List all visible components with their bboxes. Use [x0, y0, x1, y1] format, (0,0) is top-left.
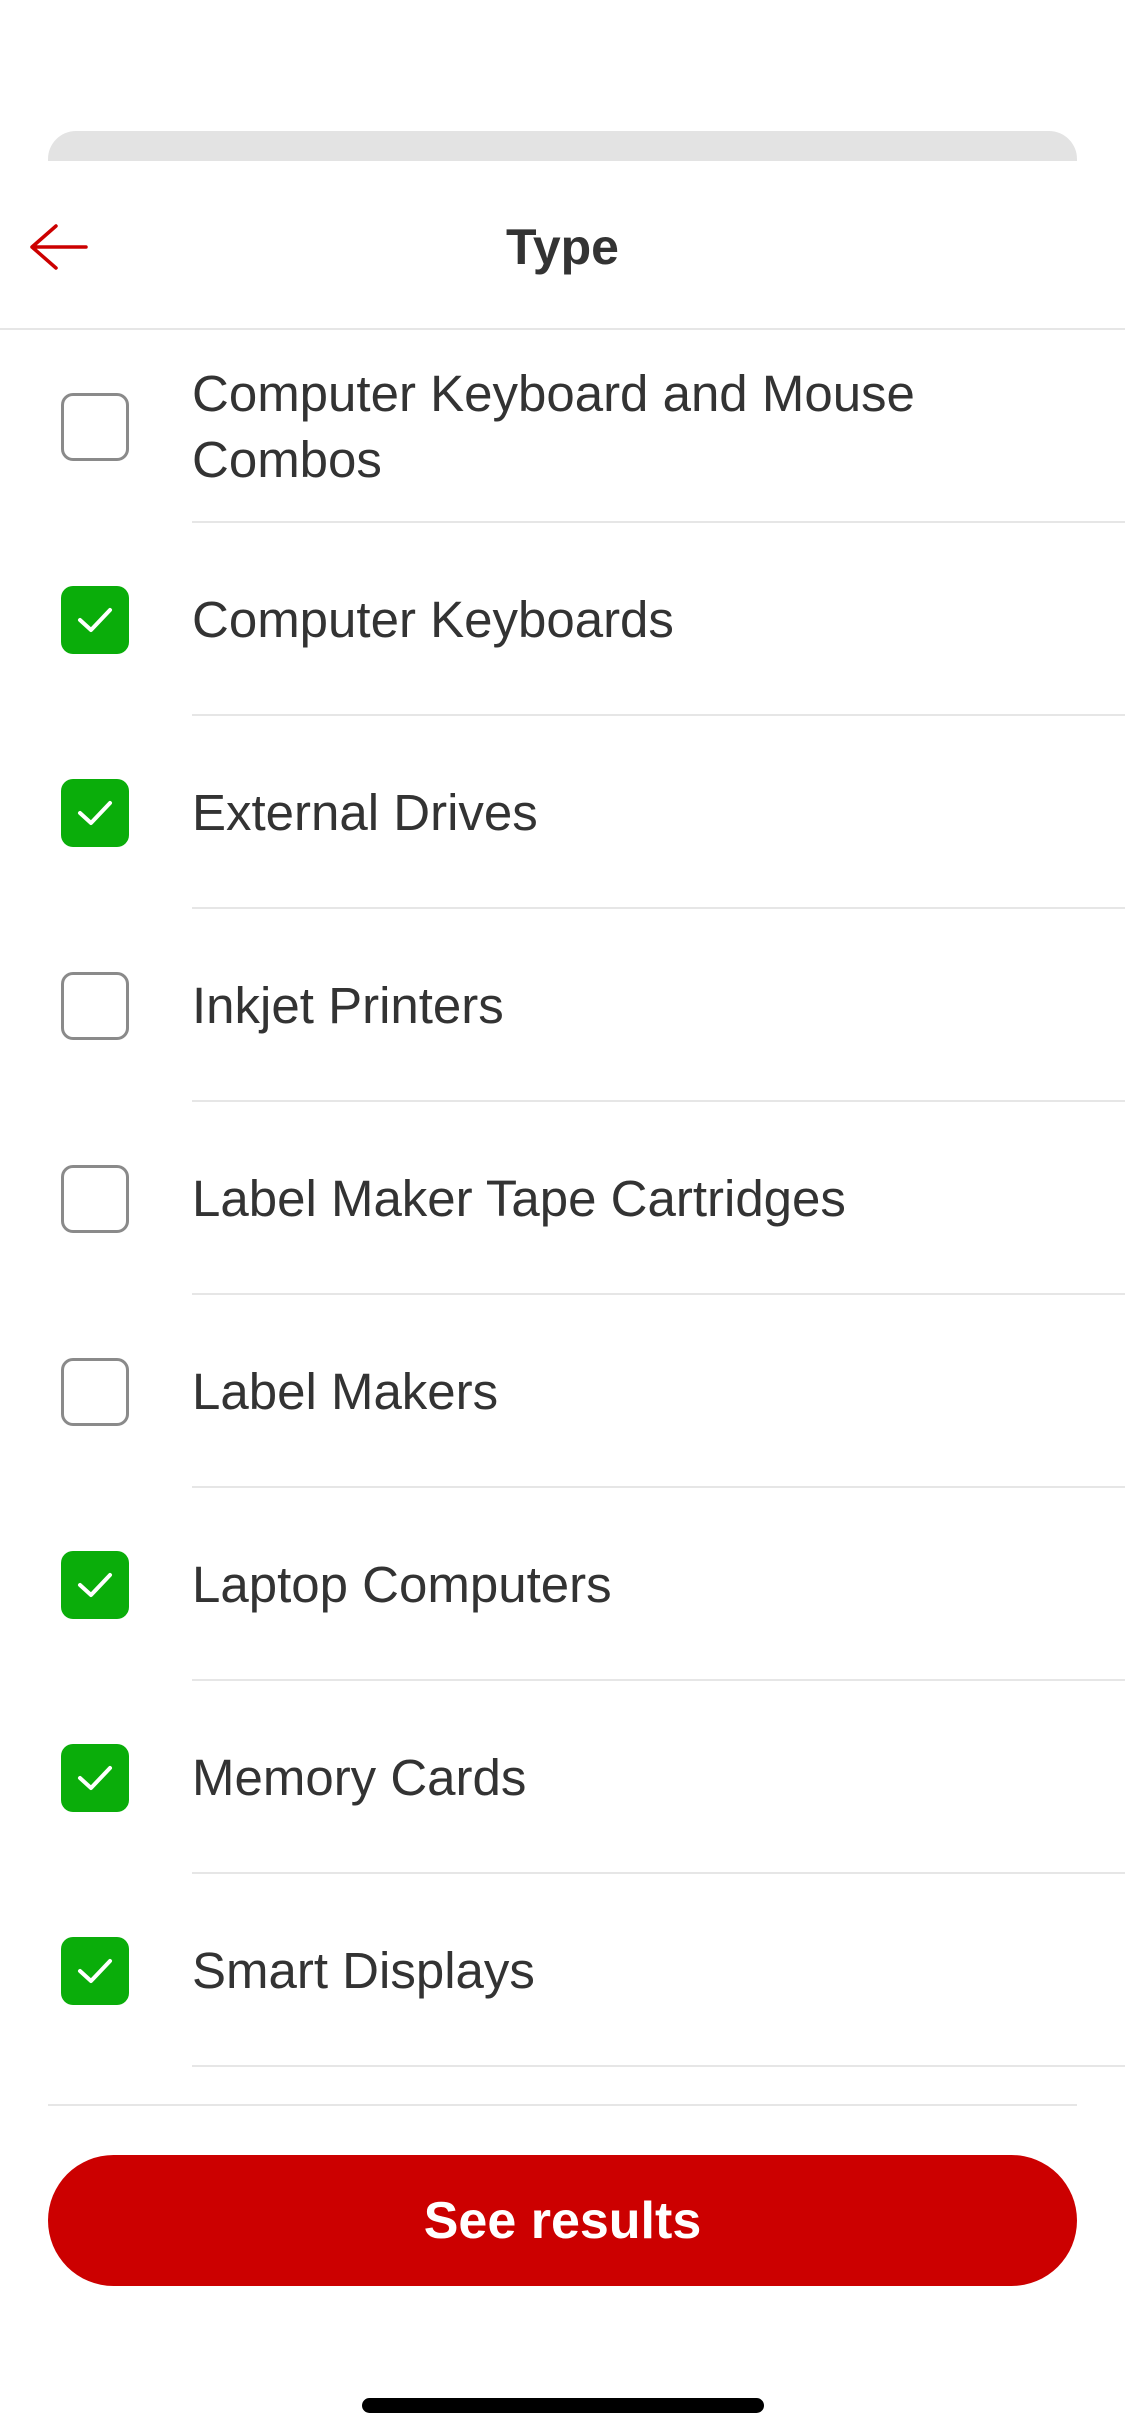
option-label: Computer Keyboards [192, 590, 674, 648]
footer-divider [48, 2104, 1077, 2106]
checkbox-checked[interactable] [61, 585, 129, 654]
option-row[interactable]: Computer Keyboards [0, 523, 1125, 716]
option-row[interactable]: Label Makers [0, 1295, 1125, 1488]
checkbox-unchecked[interactable] [61, 1164, 129, 1233]
see-results-button[interactable]: See results [48, 2155, 1077, 2286]
option-label: Inkjet Printers [192, 976, 504, 1034]
sheet-grabber [48, 131, 1077, 161]
checkmark-icon [78, 1958, 112, 1983]
checkmark-icon [78, 1572, 112, 1597]
option-label: Computer Keyboard and Mouse Combos [192, 364, 915, 488]
header: Type [0, 161, 1125, 330]
checkmark-icon [78, 607, 112, 632]
checkbox-checked[interactable] [61, 1743, 129, 1812]
checkbox-unchecked[interactable] [61, 1357, 129, 1426]
checkmark-icon [78, 1765, 112, 1790]
checkbox-checked[interactable] [61, 1550, 129, 1619]
option-row[interactable]: Smart Displays [0, 1874, 1125, 2067]
option-row[interactable]: Memory Cards [0, 1681, 1125, 1874]
checkbox-checked[interactable] [61, 778, 129, 847]
type-options-list: Computer Keyboard and Mouse Combos Compu… [0, 330, 1125, 2067]
option-row[interactable]: External Drives [0, 716, 1125, 909]
option-label: Laptop Computers [192, 1555, 612, 1613]
option-label: External Drives [192, 783, 538, 841]
checkbox-unchecked[interactable] [61, 392, 129, 461]
option-row[interactable]: Label Maker Tape Cartridges [0, 1102, 1125, 1295]
filter-type-screen: Type Computer Keyboard and Mouse Combos … [0, 0, 1125, 2436]
option-row[interactable]: Laptop Computers [0, 1488, 1125, 1681]
option-label: Smart Displays [192, 1941, 535, 1999]
option-label: Memory Cards [192, 1748, 527, 1806]
checkbox-checked[interactable] [61, 1936, 129, 2005]
home-indicator [362, 2398, 764, 2413]
page-title: Type [506, 219, 619, 275]
row-divider [192, 2065, 1125, 2067]
option-row[interactable]: Inkjet Printers [0, 909, 1125, 1102]
option-row[interactable]: Computer Keyboard and Mouse Combos [0, 330, 1125, 523]
option-label: Label Makers [192, 1362, 499, 1420]
option-label: Label Maker Tape Cartridges [192, 1169, 846, 1227]
checkmark-icon [78, 800, 112, 825]
checkbox-unchecked[interactable] [61, 971, 129, 1040]
